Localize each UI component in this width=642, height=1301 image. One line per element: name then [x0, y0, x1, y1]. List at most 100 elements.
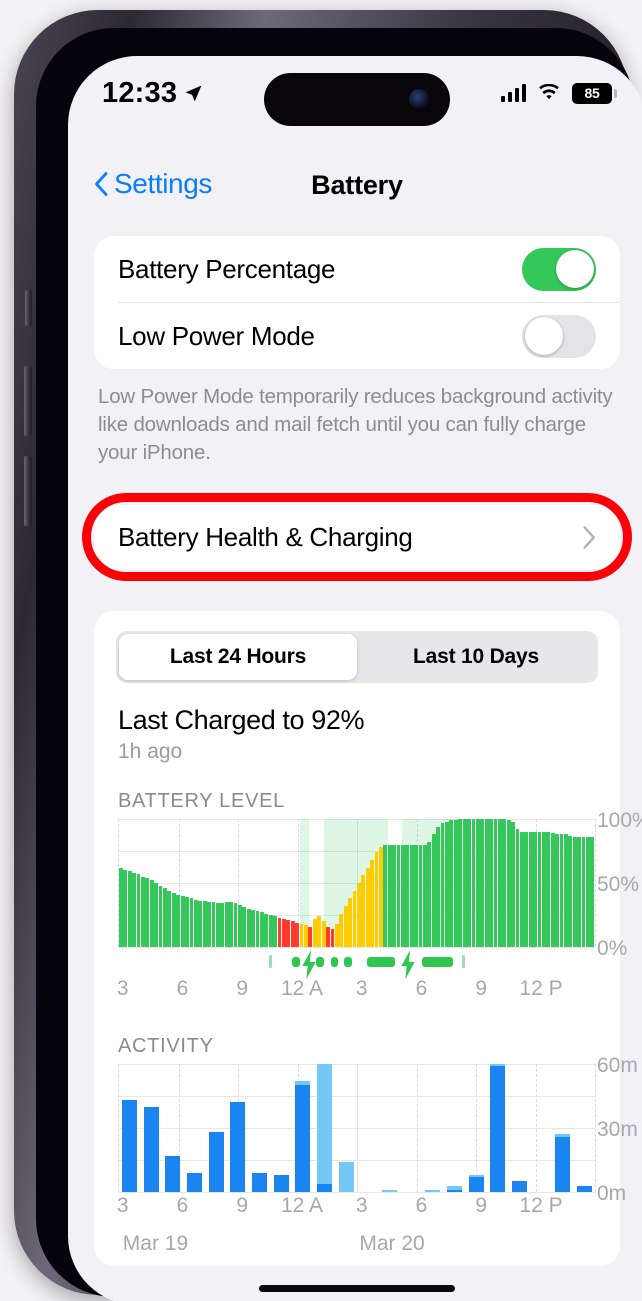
silent-switch[interactable] — [25, 290, 32, 326]
battery-level-chart[interactable]: 0% 50% 100% — [118, 809, 642, 960]
activity-bar — [186, 1064, 203, 1192]
battery-level-bar — [577, 836, 582, 947]
activity-bar — [555, 1064, 571, 1192]
activity-bar-screen-on — [143, 1106, 159, 1192]
grid-line — [119, 947, 595, 948]
screenshot-stage: 12:33 85 Settings Battery Battery Percen… — [0, 0, 642, 1301]
phone-screen: 12:33 85 Settings Battery Battery Percen… — [68, 56, 642, 1301]
phone-bezel: 12:33 85 Settings Battery Battery Percen… — [36, 28, 642, 1301]
battery-percentage-toggle[interactable] — [522, 247, 596, 291]
activity-bar — [468, 1064, 484, 1192]
battery-level-bar — [282, 918, 286, 947]
battery-level-bar — [568, 835, 573, 947]
battery-level-bar — [555, 834, 560, 947]
battery-level-bar — [524, 831, 529, 947]
charging-indicator-row — [118, 949, 596, 980]
battery-level-bar — [537, 831, 542, 947]
activity-bars — [119, 1064, 595, 1192]
activity-bar — [165, 1064, 181, 1192]
activity-bar — [316, 1064, 332, 1192]
battery-level-bar — [550, 833, 555, 947]
dynamic-island[interactable] — [264, 73, 450, 126]
battery-level-bar — [180, 895, 185, 947]
battery-level-bar — [405, 844, 410, 947]
battery-level-bar — [260, 912, 264, 947]
activity-bar-screen-on — [186, 1172, 203, 1192]
activity-bar — [511, 1064, 527, 1192]
activity-bar-screen-on — [251, 1172, 267, 1192]
battery-level-bar — [440, 822, 445, 947]
toggle-knob — [524, 317, 563, 355]
battery-level-bars — [119, 819, 595, 947]
activity-bar — [230, 1064, 246, 1192]
cellular-bars-icon — [500, 84, 526, 102]
battery-level-bar — [449, 820, 454, 947]
activity-chart[interactable]: 0m 30m 60m — [118, 1054, 638, 1205]
axis-tick-label: 3 — [116, 977, 129, 1000]
row-low-power-mode[interactable]: Low Power Mode — [94, 303, 620, 369]
activity-bar-screen-on — [555, 1136, 571, 1192]
charging-segment — [421, 957, 453, 967]
home-indicator[interactable] — [259, 1285, 455, 1292]
battery-level-bar — [277, 917, 282, 947]
location-arrow-icon — [185, 85, 202, 101]
chart-date-label: Mar 20 — [359, 1232, 425, 1255]
battery-level-bar — [392, 844, 396, 947]
battery-level-bar — [348, 898, 352, 947]
battery-level-bar — [515, 829, 520, 947]
battery-level-y-axis: 0% 50% 100% — [597, 809, 642, 960]
activity-bar — [143, 1064, 159, 1192]
battery-level-bar — [229, 902, 233, 947]
axis-tick-label: 12 A — [280, 977, 324, 1000]
axis-tick-label: 0m — [597, 1182, 627, 1205]
activity-bar — [295, 1064, 311, 1192]
usage-range-segmented-control[interactable]: Last 24 Hours Last 10 Days — [116, 631, 598, 683]
row-battery-percentage[interactable]: Battery Percentage — [94, 236, 620, 302]
battery-level-bar — [586, 836, 590, 947]
axis-tick-label: 0% — [597, 937, 628, 960]
charge-tick — [462, 955, 466, 968]
battery-level-bar — [572, 836, 577, 947]
charging-segment — [292, 957, 300, 967]
battery-level-bar — [295, 922, 300, 947]
battery-level-bar — [321, 921, 326, 947]
axis-tick-label: 30m — [597, 1118, 638, 1141]
battery-level-bar — [559, 834, 564, 947]
volume-down-button[interactable] — [24, 456, 32, 526]
segment-last-24-hours[interactable]: Last 24 Hours — [119, 634, 357, 680]
battery-level-bar — [356, 883, 361, 947]
axis-tick-label: 9 — [475, 977, 488, 1000]
battery-level-bar — [237, 904, 242, 947]
wifi-icon — [539, 84, 559, 100]
battery-level-bar — [189, 898, 194, 947]
battery-level-bar — [445, 821, 449, 947]
low-power-mode-toggle[interactable] — [522, 314, 596, 358]
activity-bar-screen-on — [490, 1066, 506, 1192]
battery-level-bar — [290, 921, 295, 947]
battery-level-bar — [462, 819, 467, 947]
battery-level-bar — [431, 834, 436, 947]
battery-level-bar — [414, 844, 419, 947]
battery-level-plot: 0% 50% 100% — [118, 809, 642, 960]
segment-last-10-days[interactable]: Last 10 Days — [357, 634, 595, 680]
battery-level-bar — [127, 871, 132, 947]
activity-bar-screen-on — [122, 1100, 138, 1192]
battery-level-bar — [471, 819, 476, 947]
battery-level-bar — [255, 911, 260, 947]
activity-bar — [122, 1064, 138, 1192]
activity-bar — [251, 1064, 267, 1192]
battery-level-bar — [427, 842, 432, 947]
battery-level-bar — [233, 903, 238, 947]
activity-x-axis: 3 6 9 12 A 3 6 9 12 P — [117, 1192, 596, 1226]
battery-level-bar — [136, 874, 141, 947]
activity-bar-screen-on — [468, 1177, 484, 1192]
activity-bar-screen-on — [316, 1184, 332, 1192]
activity-bar-screen-on — [295, 1085, 311, 1192]
battery-level-bar — [475, 819, 480, 947]
volume-up-button[interactable] — [24, 366, 32, 436]
last-charged-title: Last Charged to 92% — [118, 705, 365, 735]
axis-tick-label: 9 — [236, 977, 249, 1000]
axis-tick-label: 50% — [597, 873, 640, 896]
axis-tick-label: 12 P — [519, 977, 563, 1000]
battery-level-bar — [542, 831, 546, 947]
